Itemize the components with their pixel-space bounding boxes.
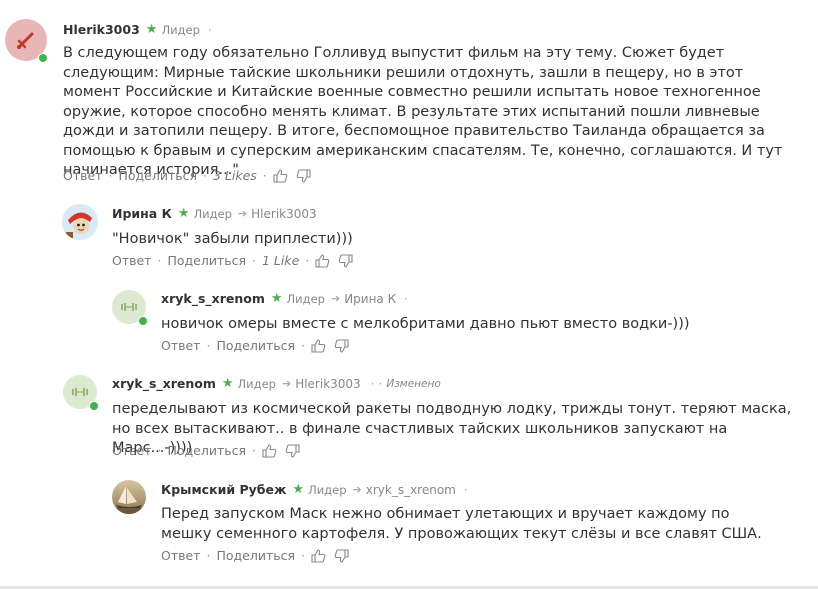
avatar[interactable]	[112, 480, 146, 514]
more-menu[interactable]: ·	[208, 22, 212, 38]
share-button[interactable]: Поделиться	[167, 253, 246, 268]
share-button[interactable]: Поделиться	[216, 548, 295, 563]
avatar[interactable]	[62, 204, 98, 240]
likes-count[interactable]: 3 Likes	[213, 168, 257, 183]
author-name[interactable]: xryk_s_xrenom	[161, 291, 265, 307]
role-badge: Лидер	[161, 23, 200, 37]
star-icon: ★	[221, 376, 234, 391]
separator-dot: ·	[157, 253, 162, 268]
cartoon-avatar	[62, 204, 98, 240]
reply-to-user[interactable]: xryk_s_xrenom	[366, 482, 456, 498]
dumbbell-icon	[72, 388, 88, 396]
reply-to-user[interactable]: Ирина К	[344, 291, 396, 307]
dumbbell-icon	[121, 303, 137, 311]
edited-label: Изменено	[386, 378, 441, 390]
separator-dot: ·	[206, 338, 211, 353]
thumbs-up-icon[interactable]	[311, 338, 326, 353]
more-menu[interactable]: ·	[464, 482, 468, 498]
separator-dot: ·	[206, 548, 211, 563]
separator-dot: ·	[262, 168, 267, 183]
comment-text: новичок омеры вместе с мелкобритами давн…	[161, 316, 690, 332]
star-icon: ★	[270, 291, 283, 306]
star-icon: ★	[292, 482, 305, 497]
sword-icon	[17, 32, 34, 49]
separator-dot: ·	[252, 443, 256, 458]
online-indicator	[89, 401, 99, 411]
online-indicator	[38, 53, 48, 63]
separator-dot: ·	[108, 168, 113, 183]
thumbs-down-icon[interactable]	[296, 168, 311, 183]
author-name[interactable]: Крымский Рубеж	[161, 482, 286, 498]
share-button[interactable]: Поделиться	[216, 338, 295, 353]
reply-arrow-icon: ➔	[330, 292, 341, 305]
separator-dot: ·	[203, 168, 207, 183]
separator-dot: ·	[305, 253, 310, 268]
thumbs-down-icon[interactable]	[285, 443, 300, 458]
thumbs-up-icon[interactable]	[262, 443, 277, 458]
reply-arrow-icon: ➔	[352, 483, 362, 496]
reply-button[interactable]: Ответ	[161, 338, 200, 353]
thumbs-up-icon[interactable]	[315, 253, 330, 268]
reply-button[interactable]: Ответ	[63, 168, 102, 183]
share-button[interactable]: Поделиться	[167, 443, 246, 458]
sailboat-photo	[112, 480, 146, 514]
role-badge: Лидер	[286, 292, 325, 306]
author-name[interactable]: Ирина К	[112, 206, 172, 222]
likes-count[interactable]: 1 Like	[262, 253, 299, 268]
role-badge: Лидер	[237, 377, 276, 391]
thumbs-down-icon[interactable]	[338, 253, 353, 268]
separator-dot: ·	[252, 253, 256, 268]
reply-button[interactable]: Ответ	[112, 253, 151, 268]
separator-dot: ·	[301, 338, 305, 353]
more-menu[interactable]: ·	[404, 291, 408, 307]
role-badge: Лидер	[308, 483, 347, 497]
author-name[interactable]: xryk_s_xrenom	[112, 376, 216, 392]
reply-button[interactable]: Ответ	[161, 548, 200, 563]
author-name[interactable]: Hlerik3003	[63, 22, 140, 38]
more-menu[interactable]: ·	[371, 376, 375, 392]
star-icon: ★	[177, 206, 190, 221]
separator-dot: ·	[301, 548, 305, 563]
comment-text: В следующем году обязательно Голливуд вы…	[63, 45, 783, 178]
reply-to-user[interactable]: Hlerik3003	[295, 376, 361, 392]
reply-arrow-icon: ➔	[281, 377, 292, 390]
online-indicator	[138, 316, 148, 326]
thumbs-down-icon[interactable]	[334, 338, 349, 353]
comment-text: "Новичок" забыли приплести)))	[112, 231, 353, 247]
reply-button[interactable]: Ответ	[112, 443, 151, 458]
separator-dot: ·	[378, 377, 383, 391]
role-badge: Лидер	[193, 207, 232, 221]
star-icon: ★	[145, 22, 158, 37]
thumbs-down-icon[interactable]	[334, 548, 349, 563]
thumbs-up-icon[interactable]	[273, 168, 288, 183]
reply-arrow-icon: ➔	[237, 207, 248, 220]
comment-text: Перед запуском Маск нежно обнимает улета…	[161, 506, 762, 542]
thumbs-up-icon[interactable]	[311, 548, 326, 563]
separator-dot: ·	[157, 443, 162, 458]
share-button[interactable]: Поделиться	[118, 168, 197, 183]
reply-to-user[interactable]: Hlerik3003	[251, 206, 317, 222]
